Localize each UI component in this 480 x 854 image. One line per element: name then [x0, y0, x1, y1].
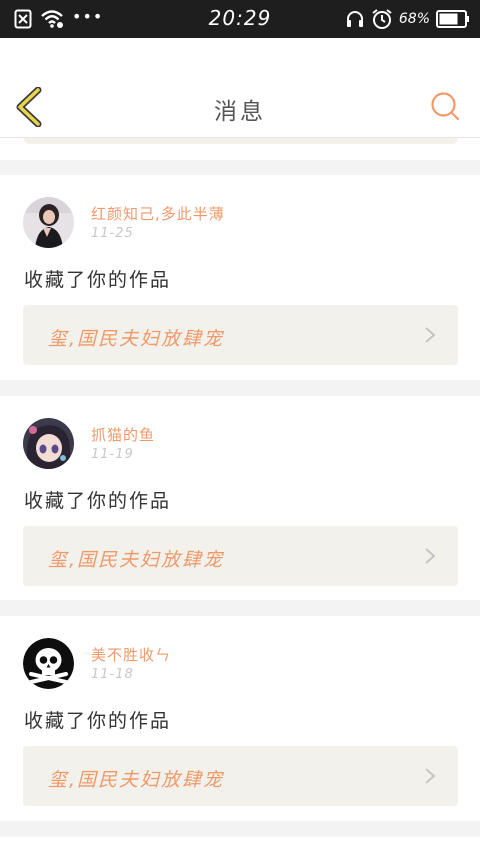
next-card-top: [0, 837, 480, 854]
work-link[interactable]: 玺,国民夫妇放肆宠: [23, 305, 458, 365]
chevron-right-icon: [425, 327, 436, 343]
headphones-icon: [345, 9, 365, 29]
message-card: 抓猫的鱼 11-19 收藏了你的作品 玺,国民夫妇放肆宠: [0, 396, 480, 600]
avatar[interactable]: [23, 418, 74, 469]
status-bar: ••• 20:29 68%: [0, 0, 480, 38]
work-title: 玺,国民夫妇放肆宠: [48, 549, 225, 571]
battery-percent: 68%: [398, 11, 430, 27]
message-card: 美不胜收ㄣ 11-18 收藏了你的作品 玺,国民夫妇放肆宠: [0, 616, 480, 821]
message-date: 11-25: [91, 226, 134, 241]
previous-card-tail: [0, 138, 480, 160]
message-date: 11-18: [91, 667, 134, 682]
avatar[interactable]: [23, 638, 74, 689]
alarm-icon: [371, 8, 393, 30]
work-title: 玺,国民夫妇放肆宠: [48, 328, 225, 350]
chevron-right-icon: [425, 548, 436, 564]
chevron-right-icon: [425, 768, 436, 784]
work-title: 玺,国民夫妇放肆宠: [48, 769, 225, 791]
work-link[interactable]: 玺,国民夫妇放肆宠: [23, 526, 458, 586]
username[interactable]: 美不胜收ㄣ: [91, 644, 171, 665]
username[interactable]: 抓猫的鱼: [91, 424, 155, 445]
message-date: 11-19: [91, 447, 134, 462]
search-button[interactable]: [430, 91, 460, 121]
message-text: 收藏了你的作品: [24, 269, 172, 291]
work-link[interactable]: 玺,国民夫妇放肆宠: [23, 746, 458, 806]
message-text: 收藏了你的作品: [24, 710, 172, 732]
message-text: 收藏了你的作品: [24, 490, 172, 512]
message-card: 红颜知己,多此半薄 11-25 收藏了你的作品 玺,国民夫妇放肆宠: [0, 175, 480, 380]
avatar[interactable]: [23, 197, 74, 248]
battery-icon: [436, 10, 470, 28]
username[interactable]: 红颜知己,多此半薄: [91, 203, 225, 224]
app-header: 消息: [0, 38, 480, 138]
page-title: 消息: [214, 99, 266, 125]
search-icon: [431, 92, 460, 121]
